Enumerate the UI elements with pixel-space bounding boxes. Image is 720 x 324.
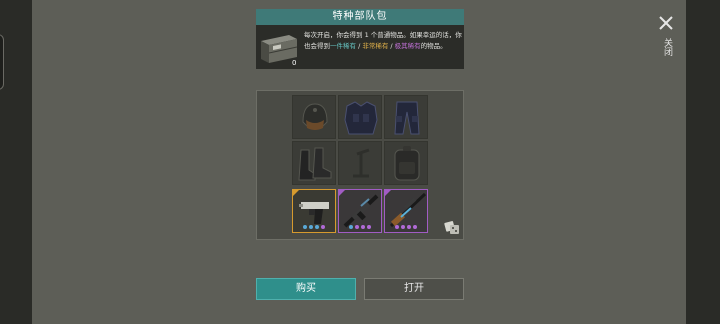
rarity-dots: [339, 225, 381, 229]
rarity-dot: [303, 225, 307, 229]
rarity-dot: [361, 225, 365, 229]
rarity-dot: [321, 225, 325, 229]
desc-rare: 一件稀有: [330, 42, 356, 50]
gun-stand-icon: [353, 148, 370, 178]
boots-icon: [298, 147, 332, 181]
rarity-dot: [309, 225, 313, 229]
rarity-dot: [349, 225, 353, 229]
item-gun-stand[interactable]: [338, 141, 382, 185]
close-label[interactable]: 关闭: [660, 38, 672, 56]
item-helmet[interactable]: [292, 95, 336, 139]
buy-button[interactable]: 购买: [256, 278, 356, 300]
item-boots[interactable]: [292, 141, 336, 185]
pack-title: 特种部队包: [256, 9, 464, 25]
armor-vest-icon: [344, 101, 378, 135]
rarity-dot: [395, 225, 399, 229]
rarity-dots: [293, 225, 335, 229]
item-pistol[interactable]: [292, 189, 336, 233]
rarity-dot: [401, 225, 405, 229]
item-sniper-rifle[interactable]: [384, 189, 428, 233]
rarity-dot: [355, 225, 359, 229]
left-gutter: [0, 0, 32, 324]
helmet-icon: [302, 103, 328, 130]
item-rifle[interactable]: [338, 189, 382, 233]
rarity-dot: [407, 225, 411, 229]
item-backpack[interactable]: [384, 141, 428, 185]
phone-edge: [0, 34, 4, 90]
pack-info-card: 特种部队包 0 每次开启，你会得到 1 个普通物品。如果幸运的话，你也会得到一件…: [256, 9, 464, 69]
item-pants[interactable]: [384, 95, 428, 139]
backpack-icon: [394, 146, 420, 181]
item-armor-vest[interactable]: [338, 95, 382, 139]
right-gutter: [686, 0, 720, 324]
desc-very-rare: 非常稀有: [362, 42, 389, 50]
items-panel: [256, 90, 464, 240]
pants-icon: [394, 101, 420, 135]
close-icon[interactable]: [657, 14, 675, 32]
dice-icon[interactable]: [444, 219, 460, 235]
desc-extremely-rare: 极其稀有: [394, 42, 421, 50]
rarity-dot: [315, 225, 319, 229]
rarity-dot: [367, 225, 371, 229]
desc-suffix: 的物品。: [420, 42, 447, 50]
rarity-dot: [413, 225, 417, 229]
pack-description: 每次开启，你会得到 1 个普通物品。如果幸运的话，你也会得到一件稀有 / 非常稀…: [304, 30, 462, 52]
open-button[interactable]: 打开: [364, 278, 464, 300]
crate-count: 0: [292, 59, 297, 67]
rarity-dots: [385, 225, 427, 229]
